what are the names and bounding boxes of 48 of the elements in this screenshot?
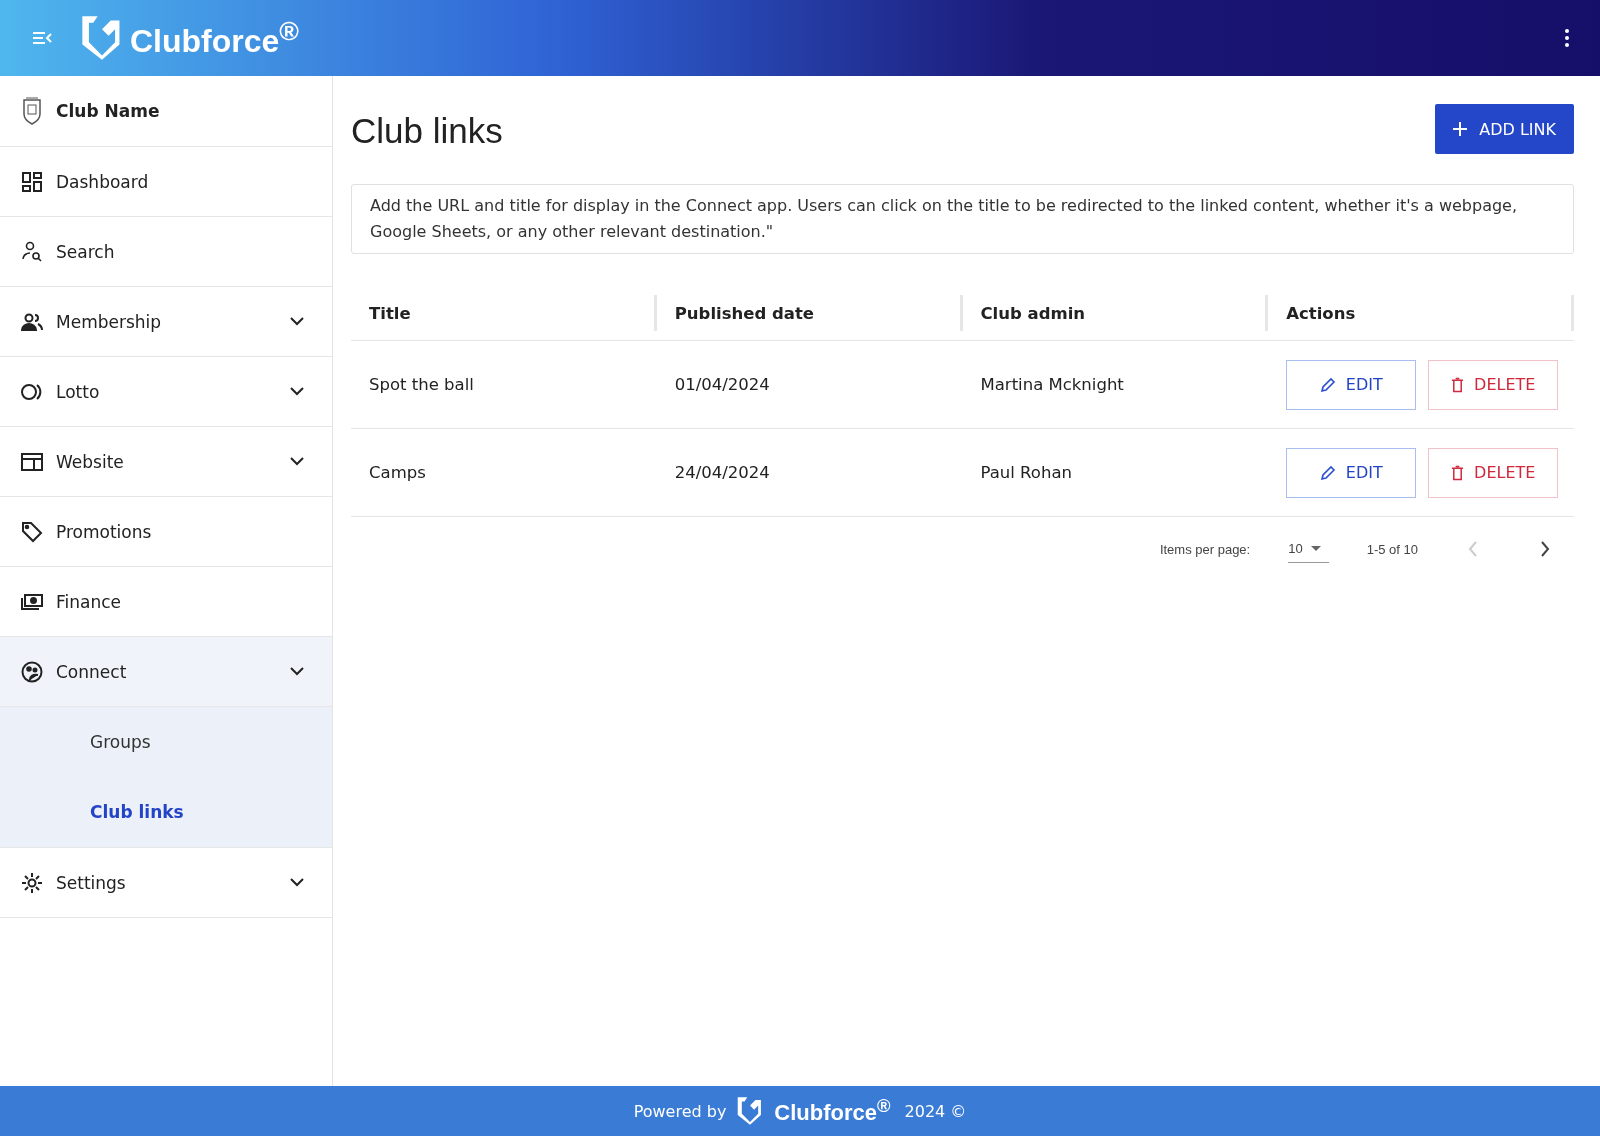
- logo-text: Clubforce$^{®}$: [130, 16, 299, 60]
- logo-text: Clubforce$^{®}$: [774, 1095, 891, 1127]
- sidebar-item[interactable]: Settings: [0, 848, 332, 918]
- sidebar-item[interactable]: Lotto: [0, 357, 332, 427]
- column-header: Title: [351, 295, 657, 331]
- person-search-icon: [20, 239, 44, 264]
- copyright-year: 2024 ©: [904, 1101, 967, 1121]
- trash-icon: [1451, 376, 1465, 393]
- pencil-icon: [1319, 464, 1336, 481]
- table-cell-text: 24/04/2024: [673, 463, 771, 482]
- column-header: Actions: [1268, 295, 1574, 331]
- sidebar-item[interactable]: Connect: [0, 637, 332, 707]
- submenu-item[interactable]: Club links: [0, 777, 332, 847]
- table-cell-text: 01/04/2024: [673, 375, 771, 394]
- page-title: Club links: [351, 111, 503, 151]
- info-text: Add the URL and title for display in the Connect app. Users can click on the title to be redirected to the linked content, whether it's a webpage, Google Sheets, or any other relevant destination.": [351, 184, 1574, 254]
- page-range: 1-5 of 10: [1366, 541, 1418, 557]
- items-per-page-label: Items per page:: [1159, 541, 1251, 557]
- column-header: Club admin: [962, 295, 1269, 331]
- club-crest-icon: [20, 96, 44, 126]
- sidebar-item[interactable]: Website: [0, 427, 332, 497]
- sidebar-item[interactable]: Membership: [0, 287, 332, 357]
- dropdown-arrow-icon: [1310, 546, 1321, 551]
- table-cell-text: Paul Rohan: [979, 463, 1073, 482]
- table-cell-text: Spot the ball: [368, 375, 475, 394]
- add-link-button[interactable]: ADD LINK: [1435, 104, 1574, 154]
- delete-button[interactable]: DELETE: [1428, 447, 1559, 498]
- more-options-icon[interactable]: [1564, 28, 1570, 48]
- edit-button[interactable]: EDIT: [1286, 359, 1417, 410]
- delete-button[interactable]: DELETE: [1428, 359, 1559, 410]
- page-size-select[interactable]: 10: [1288, 535, 1329, 563]
- sidebar-item[interactable]: Promotions: [0, 497, 332, 567]
- edit-button[interactable]: EDIT: [1286, 447, 1417, 498]
- dashboard-icon: [20, 169, 44, 194]
- plus-icon: [1453, 122, 1468, 136]
- pencil-icon: [1319, 376, 1336, 393]
- next-page-icon[interactable]: [1540, 541, 1550, 557]
- sidebar-item[interactable]: Dashboard: [0, 147, 332, 217]
- table-cell-text: Martina Mcknight: [979, 375, 1125, 394]
- trash-icon: [1451, 464, 1465, 481]
- club-name: Club Name: [56, 101, 160, 121]
- column-header: Published date: [656, 295, 963, 331]
- sidebar-item[interactable]: Search: [0, 217, 332, 287]
- powered-by-text: Powered by: [633, 1101, 727, 1121]
- submenu-item[interactable]: Groups: [0, 707, 332, 777]
- table-cell-text: Camps: [368, 463, 427, 482]
- tag-icon: [20, 519, 44, 544]
- gear-icon: [20, 870, 44, 895]
